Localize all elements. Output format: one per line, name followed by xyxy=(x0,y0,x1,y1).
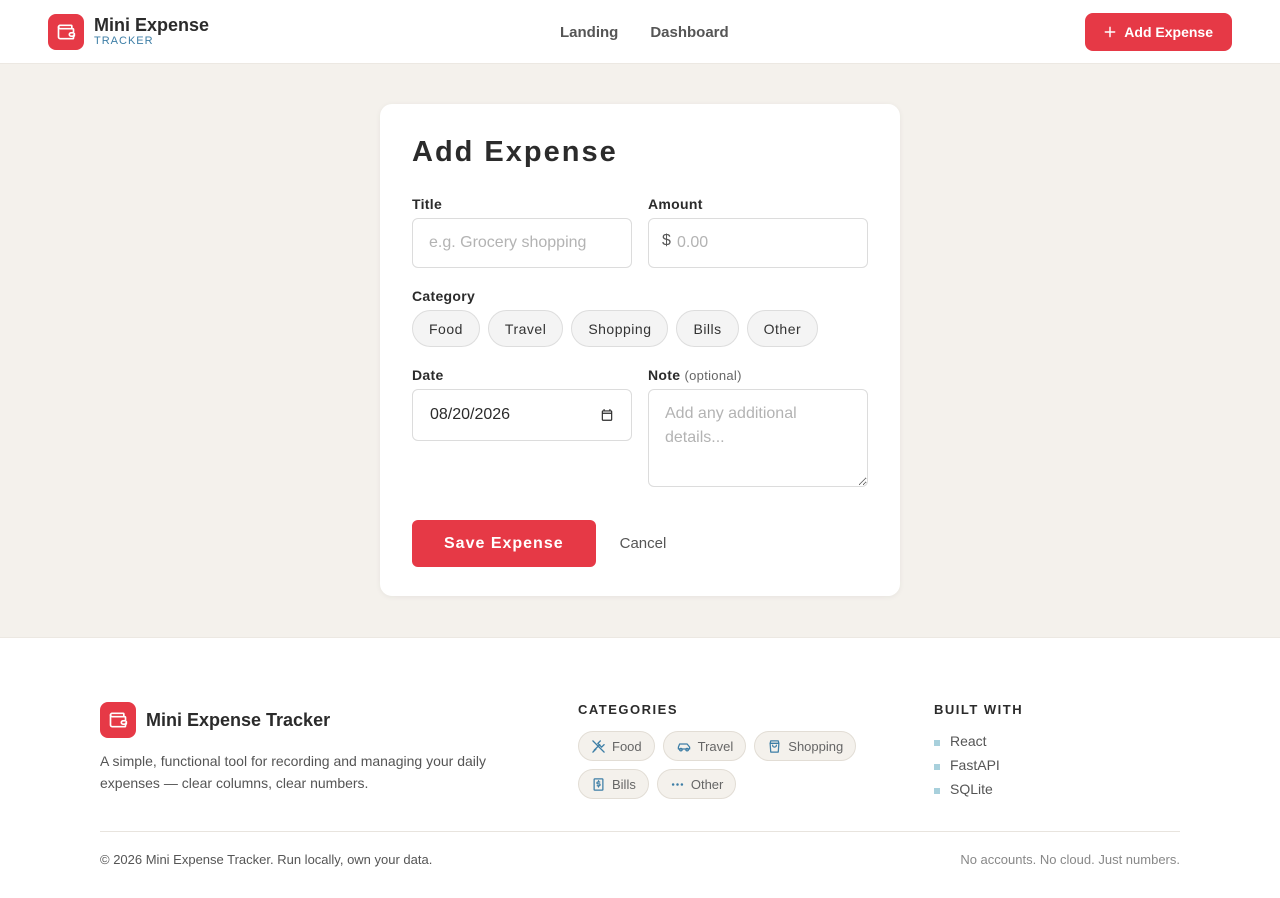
nav-landing[interactable]: Landing xyxy=(560,24,618,41)
page-title: Add Expense xyxy=(412,136,618,168)
built-with-fastapi: FastAPI xyxy=(950,757,1000,773)
category-chip-bills[interactable]: Bills xyxy=(676,310,739,347)
calendar-icon[interactable] xyxy=(600,408,614,422)
bullet-icon xyxy=(934,740,940,746)
footer-category-bills: Bills xyxy=(578,769,649,799)
footer-tagline: No accounts. No cloud. Just numbers. xyxy=(960,852,1180,867)
footer-category-travel: Travel xyxy=(662,731,747,761)
footer-description: A simple, functional tool for recording … xyxy=(100,753,486,791)
main-content: Add Expense Title Amount $ Category Food… xyxy=(0,64,1280,637)
receipt-icon xyxy=(593,777,604,791)
bullet-icon xyxy=(934,788,940,794)
plus-icon xyxy=(1104,26,1116,38)
footer: Mini Expense Tracker A simple, functiona… xyxy=(0,637,1280,898)
built-with-list: React FastAPI SQLite xyxy=(934,729,1180,801)
header-add-expense-label: Add Expense xyxy=(1124,24,1213,40)
shopping-bag-icon xyxy=(769,739,780,753)
utensils-icon xyxy=(592,739,605,753)
footer-wallet-icon xyxy=(100,702,136,738)
category-chip-food[interactable]: Food xyxy=(412,310,480,347)
footer-category-bills-label: Bills xyxy=(612,776,636,792)
add-expense-card: Add Expense Title Amount $ Category Food… xyxy=(380,104,900,596)
brand-name: Mini Expense xyxy=(94,15,210,35)
title-label: Title xyxy=(412,196,443,212)
note-label: Note (optional) xyxy=(648,367,868,383)
footer-category-shopping: Shopping xyxy=(754,731,857,761)
amount-input[interactable] xyxy=(648,218,868,268)
note-textarea[interactable] xyxy=(648,389,868,487)
date-value: 08/20/2026 xyxy=(430,406,511,423)
list-item: SQLite xyxy=(934,777,1180,801)
built-with-react: React xyxy=(950,733,987,749)
date-label: Date xyxy=(412,367,444,383)
currency-symbol: $ xyxy=(662,232,671,249)
title-input[interactable] xyxy=(412,218,632,268)
car-icon xyxy=(677,742,690,751)
list-item: React xyxy=(934,729,1180,753)
brand-subtitle: TRACKER xyxy=(94,35,154,47)
footer-categories-heading: CATEGORIES xyxy=(578,702,678,717)
footer-bottom: © 2026 Mini Expense Tracker. Run locally… xyxy=(100,831,1180,867)
footer-category-shopping-label: Shopping xyxy=(788,738,844,754)
category-chip-other[interactable]: Other xyxy=(746,310,819,347)
category-chip-shopping[interactable]: Shopping xyxy=(571,310,669,347)
footer-category-food-label: Food xyxy=(612,738,642,754)
bullet-icon xyxy=(934,764,940,770)
footer-category-other: Other xyxy=(656,769,737,799)
note-label-text: Note xyxy=(648,367,681,383)
nav-dashboard[interactable]: Dashboard xyxy=(650,24,728,41)
category-label: Category xyxy=(412,288,476,304)
brand[interactable]: Mini Expense TRACKER xyxy=(48,13,210,50)
footer-brand-name: Mini Expense Tracker xyxy=(146,709,331,730)
amount-label: Amount xyxy=(648,196,703,212)
category-chip-travel[interactable]: Travel xyxy=(487,310,564,347)
copyright-text: © 2026 Mini Expense Tracker. Run locally… xyxy=(100,852,433,867)
footer-built-heading: BUILT WITH xyxy=(934,702,1024,717)
header-add-expense-button[interactable]: Add Expense xyxy=(1085,13,1232,51)
cancel-button[interactable]: Cancel xyxy=(620,535,667,552)
note-optional: (optional) xyxy=(684,368,742,383)
category-chips: Food Travel Shopping Bills Other xyxy=(412,310,868,347)
top-header: Mini Expense TRACKER Landing Dashboard A… xyxy=(0,0,1280,64)
footer-category-other-label: Other xyxy=(690,776,724,792)
footer-category-travel-label: Travel xyxy=(697,738,734,754)
date-input[interactable]: 08/20/2026 xyxy=(412,389,632,441)
main-nav: Landing Dashboard xyxy=(560,0,729,64)
wallet-icon xyxy=(48,13,84,50)
more-icon xyxy=(671,782,683,786)
list-item: FastAPI xyxy=(934,753,1180,777)
save-expense-button[interactable]: Save Expense xyxy=(412,520,596,567)
built-with-sqlite: SQLite xyxy=(950,781,993,797)
footer-category-food: Food xyxy=(578,731,655,761)
